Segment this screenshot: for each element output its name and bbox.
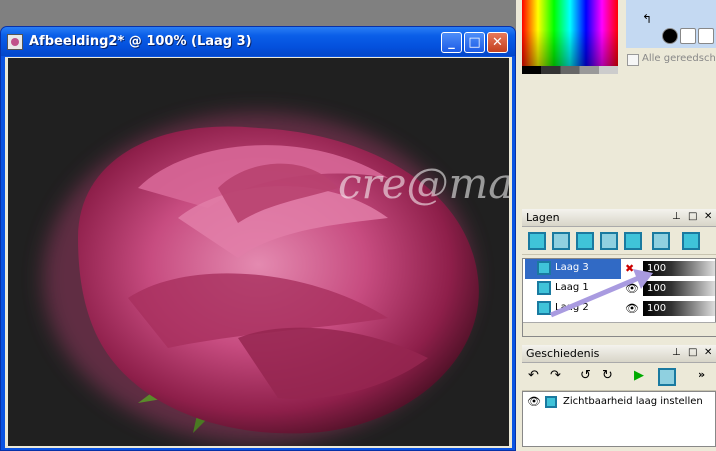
- history-panel-title: Geschiedenis: [526, 347, 600, 360]
- history-panel-header: Geschiedenis ⊥ □ ✕: [522, 345, 716, 363]
- new-adjustment-layer-icon[interactable]: [624, 232, 642, 250]
- restore-icon[interactable]: □: [688, 347, 697, 358]
- save-to-script-icon[interactable]: [658, 368, 676, 386]
- solid-style-icon[interactable]: [662, 28, 678, 44]
- document-title: Afbeelding2* @ 100% (Laag 3): [29, 34, 252, 49]
- eye-icon[interactable]: 👁: [527, 395, 541, 408]
- close-icon[interactable]: ✕: [704, 211, 712, 222]
- image-canvas[interactable]: cre@maorylis: [8, 58, 509, 446]
- style-swatch-area: ↰: [626, 0, 716, 48]
- pin-icon[interactable]: ⊥: [672, 347, 681, 358]
- layer-step-icon: [545, 396, 557, 408]
- restore-icon[interactable]: □: [688, 211, 697, 222]
- gray-swatches[interactable]: [522, 66, 618, 74]
- redo-to-here-icon[interactable]: ↷: [550, 368, 568, 386]
- history-item[interactable]: 👁 Zichtbaarheid laag instellen: [525, 394, 713, 412]
- document-window: Afbeelding2* @ 100% (Laag 3) _ □ ✕ cre@m…: [0, 26, 516, 451]
- close-button[interactable]: ✕: [487, 32, 508, 53]
- undo-to-here-icon[interactable]: ↶: [528, 368, 546, 386]
- close-icon[interactable]: ✕: [704, 347, 712, 358]
- history-list: 👁 Zichtbaarheid laag instellen: [522, 391, 716, 447]
- all-tools-checkbox[interactable]: [627, 54, 639, 66]
- delete-layer-icon[interactable]: [652, 232, 670, 250]
- play-icon[interactable]: ▶: [634, 368, 652, 386]
- layers-panel-header: Lagen ⊥ □ ✕: [522, 209, 716, 227]
- new-raster-layer-icon[interactable]: [528, 232, 546, 250]
- new-mask-layer-icon[interactable]: [600, 232, 618, 250]
- document-titlebar[interactable]: Afbeelding2* @ 100% (Laag 3) _ □ ✕: [1, 27, 515, 56]
- edit-selection-icon[interactable]: [682, 232, 700, 250]
- layers-panel: Lagen ⊥ □ ✕ Laag 3 Laag 1 Laag 2 ✖ 100 👁…: [522, 209, 716, 344]
- maximize-button[interactable]: □: [464, 32, 485, 53]
- new-vector-layer-icon[interactable]: [552, 232, 570, 250]
- gradient-style-icon[interactable]: [680, 28, 696, 44]
- watermark-text: cre@maorylis: [338, 159, 509, 208]
- new-art-media-layer-icon[interactable]: [576, 232, 594, 250]
- layers-panel-title: Lagen: [526, 211, 560, 224]
- color-spectrum[interactable]: [522, 0, 618, 74]
- rose-image: cre@maorylis: [43, 113, 509, 443]
- more-icon[interactable]: »: [698, 368, 716, 386]
- document-icon: [7, 34, 23, 50]
- layers-scrollbar[interactable]: [523, 322, 716, 336]
- history-toolbar: ↶ ↷ ↺ ↻ ▶ »: [522, 363, 716, 391]
- redo-icon[interactable]: ↻: [602, 368, 620, 386]
- layers-toolbar: [522, 227, 716, 255]
- canvas-area: cre@maorylis: [5, 57, 512, 448]
- undo-icon[interactable]: ↺: [580, 368, 598, 386]
- pin-icon[interactable]: ⊥: [672, 211, 681, 222]
- swap-colors-icon[interactable]: ↰: [642, 12, 652, 26]
- minimize-button[interactable]: _: [441, 32, 462, 53]
- all-tools-label: Alle gereedschap: [642, 53, 716, 64]
- arrow-annotation-icon: [550, 269, 653, 318]
- history-panel: Geschiedenis ⊥ □ ✕ ↶ ↷ ↺ ↻ ▶ » 👁 Zichtba…: [522, 345, 716, 451]
- right-dock: ↰ Alle gereedschap Lagen ⊥ □ ✕ Laag 3: [516, 0, 716, 451]
- layers-list: Laag 3 Laag 1 Laag 2 ✖ 100 👁 100 👁 100: [522, 258, 716, 337]
- no-style-icon[interactable]: [698, 28, 714, 44]
- history-item-label: Zichtbaarheid laag instellen: [563, 396, 703, 407]
